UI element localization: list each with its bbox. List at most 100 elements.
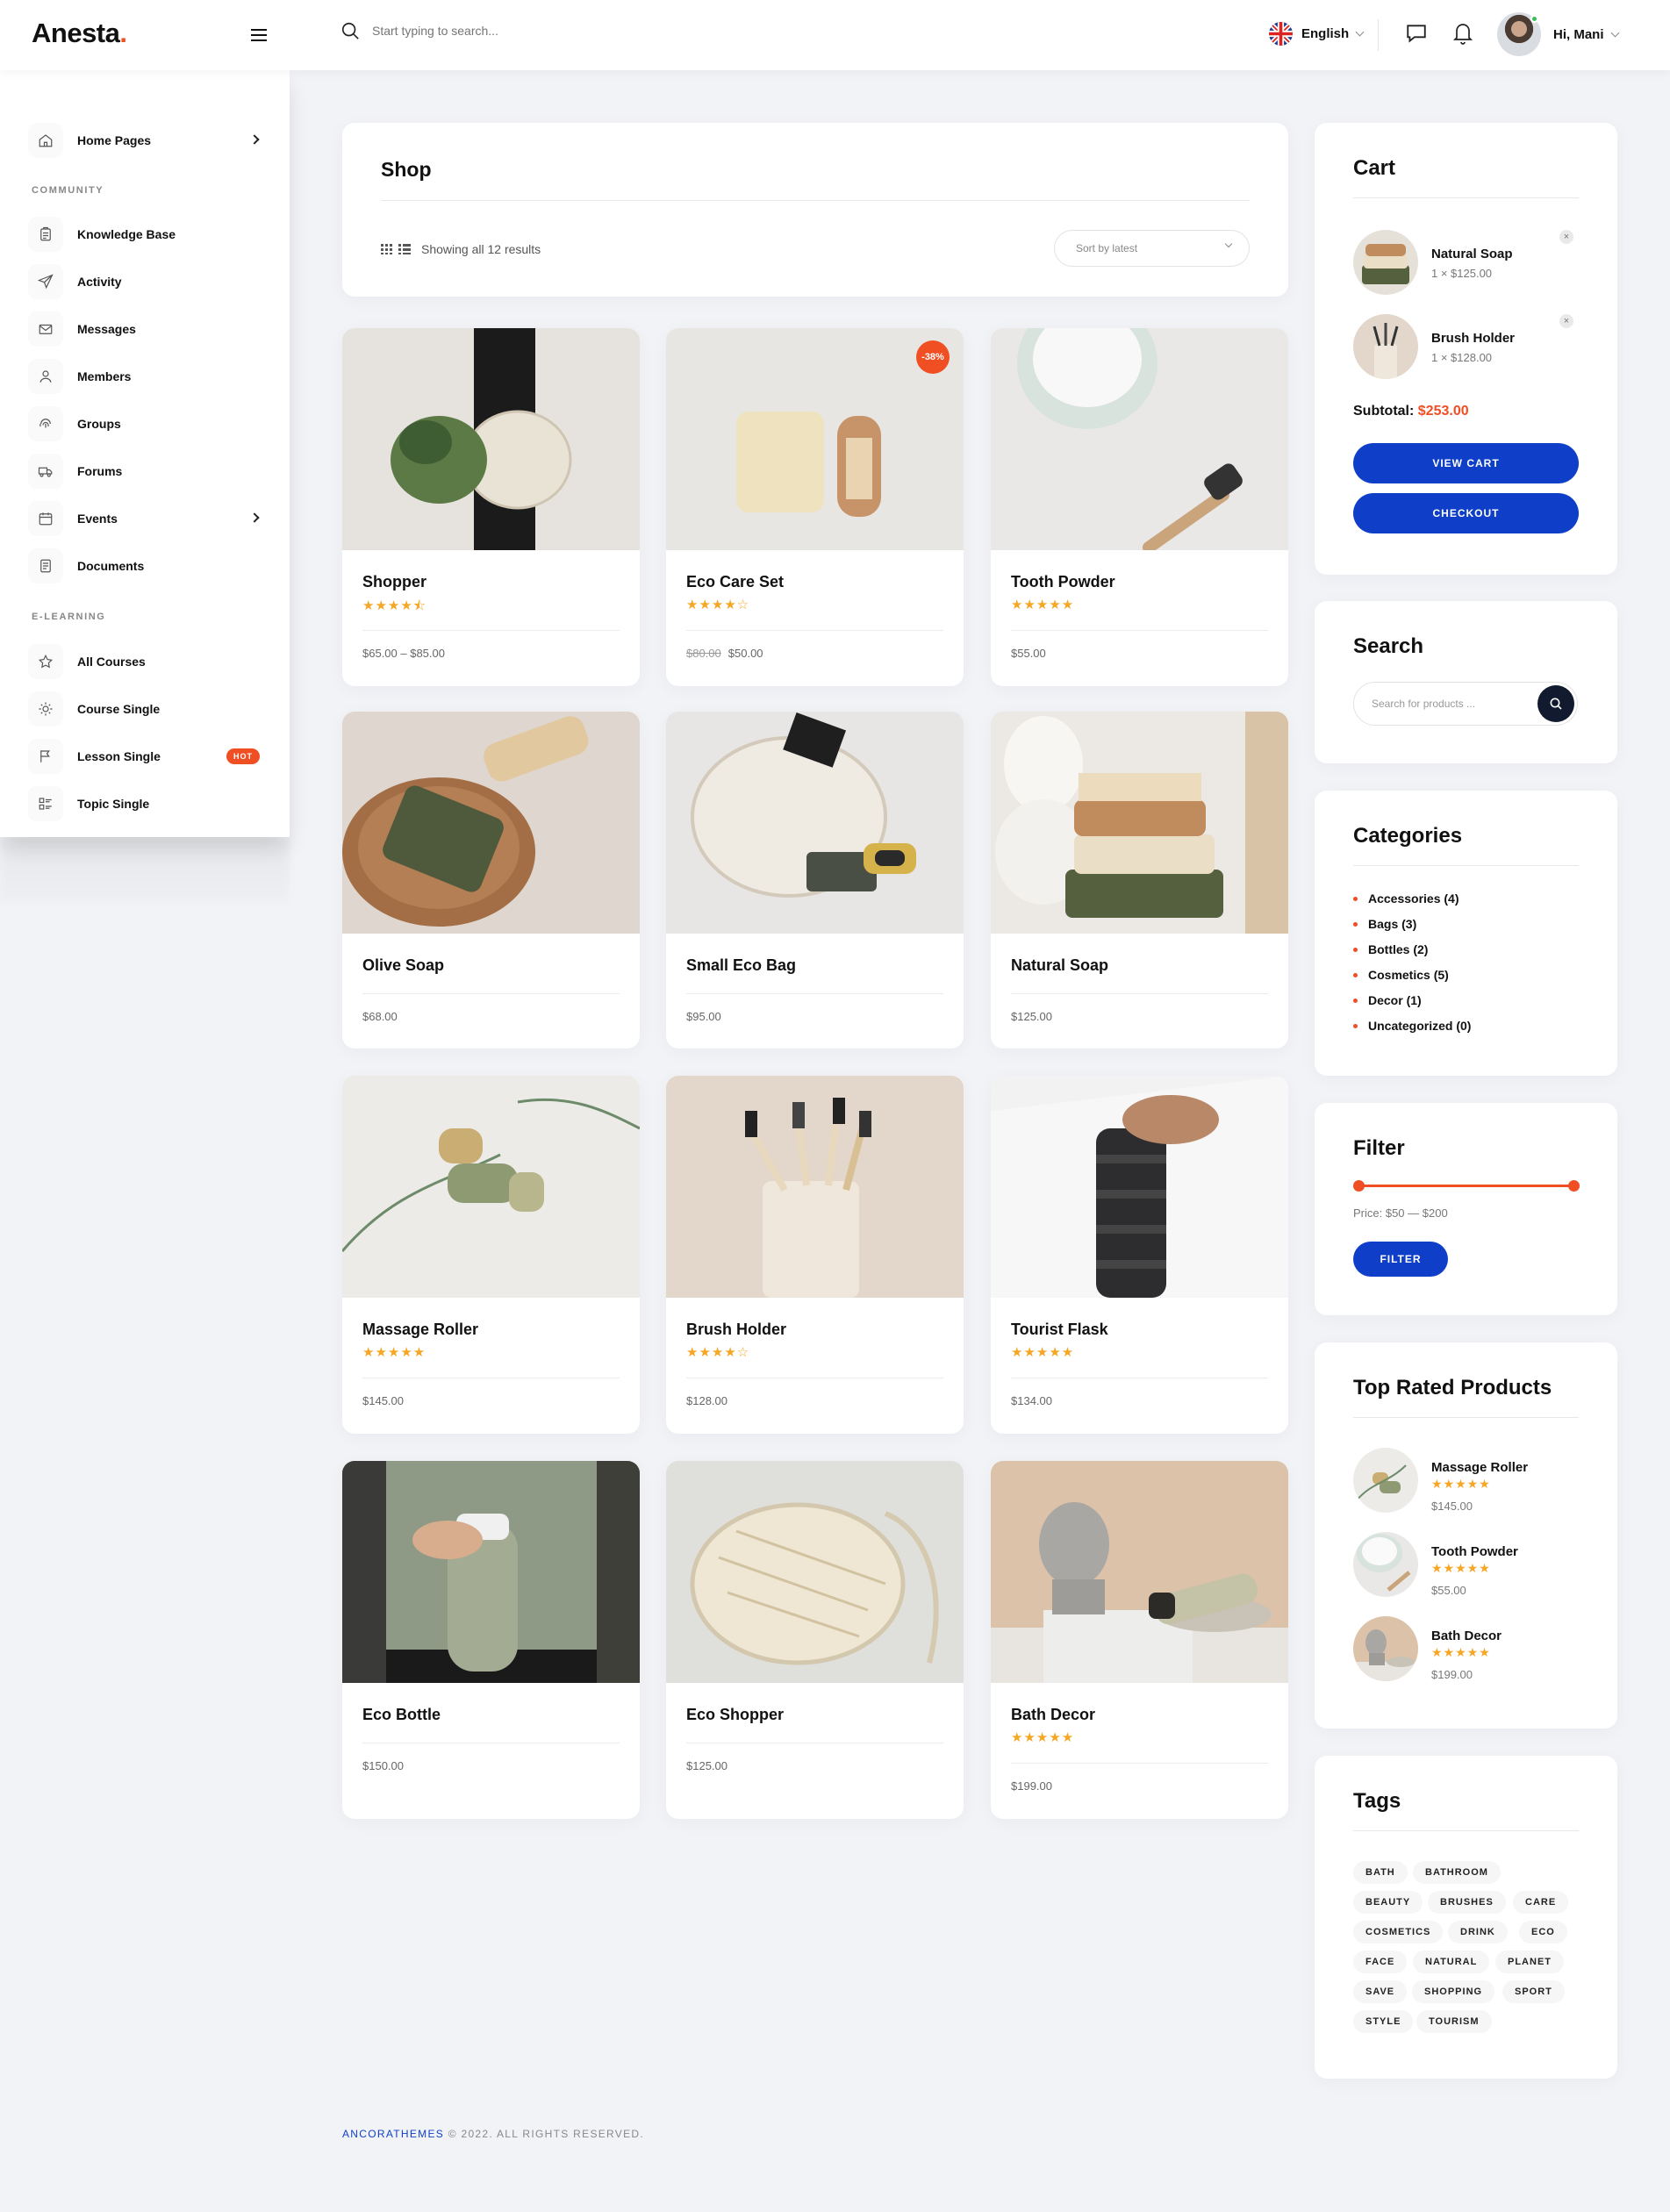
- header-search-input[interactable]: [372, 24, 635, 38]
- footer-brand-link[interactable]: ANCORATHEMES: [342, 2128, 444, 2140]
- tag-link[interactable]: BATH: [1353, 1861, 1408, 1884]
- category-link[interactable]: Uncategorized (0): [1353, 1019, 1471, 1033]
- user-menu[interactable]: Hi, Mani: [1497, 12, 1619, 56]
- top-rated-image[interactable]: [1353, 1616, 1418, 1681]
- product-image[interactable]: [342, 328, 640, 550]
- product-card[interactable]: Eco Shopper $125.00: [666, 1461, 964, 1819]
- product-name[interactable]: Natural Soap: [1011, 956, 1108, 975]
- category-link[interactable]: Bags (3): [1353, 917, 1416, 931]
- product-name[interactable]: Bath Decor: [1011, 1706, 1095, 1724]
- product-name[interactable]: Brush Holder: [686, 1321, 786, 1339]
- sort-select[interactable]: Sort by latest: [1054, 230, 1250, 267]
- product-card[interactable]: Massage Roller ★★★★★ $145.00: [342, 1076, 640, 1434]
- sidebar-item-events[interactable]: Events: [28, 501, 265, 536]
- checkout-button[interactable]: CHECKOUT: [1353, 493, 1579, 533]
- product-image[interactable]: [991, 712, 1288, 934]
- menu-toggle-icon[interactable]: [251, 29, 267, 41]
- product-card[interactable]: Eco Bottle $150.00: [342, 1461, 640, 1819]
- sidebar-item-topic-single[interactable]: Topic Single: [28, 786, 265, 821]
- tag-link[interactable]: SAVE: [1353, 1980, 1408, 2003]
- product-name[interactable]: Eco Care Set: [686, 573, 784, 591]
- category-link[interactable]: Cosmetics (5): [1353, 968, 1449, 982]
- category-link[interactable]: Decor (1): [1353, 993, 1422, 1007]
- sidebar-item-home-pages[interactable]: Home Pages: [28, 123, 265, 158]
- tag-link[interactable]: COSMETICS: [1353, 1921, 1444, 1944]
- product-name[interactable]: Small Eco Bag: [686, 956, 796, 975]
- search-icon[interactable]: [340, 21, 360, 40]
- logo[interactable]: Anesta.: [32, 18, 127, 49]
- product-name[interactable]: Tourist Flask: [1011, 1321, 1108, 1339]
- filter-button[interactable]: FILTER: [1353, 1242, 1448, 1277]
- tag-link[interactable]: SPORT: [1502, 1980, 1565, 2003]
- price-range-min-handle[interactable]: [1353, 1180, 1365, 1192]
- top-rated-name[interactable]: Massage Roller: [1431, 1460, 1528, 1475]
- product-card[interactable]: Brush Holder ★★★★☆ $128.00: [666, 1076, 964, 1434]
- tag-link[interactable]: STYLE: [1353, 2010, 1414, 2033]
- top-rated-name[interactable]: Tooth Powder: [1431, 1544, 1518, 1559]
- tag-link[interactable]: PLANET: [1495, 1951, 1564, 1973]
- tag-link[interactable]: BATHROOM: [1413, 1861, 1501, 1884]
- sidebar-item-groups[interactable]: Groups: [28, 406, 265, 441]
- cart-item-image[interactable]: [1353, 314, 1418, 379]
- category-link[interactable]: Accessories (4): [1353, 891, 1459, 906]
- product-name[interactable]: Tooth Powder: [1011, 573, 1115, 591]
- tag-link[interactable]: DRINK: [1448, 1921, 1508, 1944]
- product-card[interactable]: Tooth Powder ★★★★★ $55.00: [991, 328, 1288, 686]
- remove-item-icon[interactable]: ×: [1559, 314, 1573, 328]
- product-image[interactable]: [666, 1076, 964, 1298]
- product-card[interactable]: -38% Eco Care Set ★★★★☆ $80.00 $50.00: [666, 328, 964, 686]
- product-image[interactable]: [342, 1461, 640, 1683]
- product-image[interactable]: [991, 1461, 1288, 1683]
- product-image[interactable]: [342, 712, 640, 934]
- tag-link[interactable]: CARE: [1513, 1891, 1569, 1914]
- product-image[interactable]: [666, 712, 964, 934]
- cart-item-image[interactable]: [1353, 230, 1418, 295]
- top-rated-image[interactable]: [1353, 1532, 1418, 1597]
- product-image[interactable]: [991, 1076, 1288, 1298]
- product-name[interactable]: Eco Bottle: [362, 1706, 441, 1724]
- product-image[interactable]: [666, 1461, 964, 1683]
- product-card[interactable]: Bath Decor ★★★★★ $199.00: [991, 1461, 1288, 1819]
- top-rated-image[interactable]: [1353, 1448, 1418, 1513]
- sidebar-item-activity[interactable]: Activity: [28, 264, 265, 299]
- product-name[interactable]: Shopper: [362, 573, 426, 591]
- product-name[interactable]: Eco Shopper: [686, 1706, 784, 1724]
- sidebar-item-forums[interactable]: Forums: [28, 454, 265, 489]
- remove-item-icon[interactable]: ×: [1559, 230, 1573, 244]
- sidebar-item-messages[interactable]: Messages: [28, 311, 265, 347]
- view-cart-button[interactable]: VIEW CART: [1353, 443, 1579, 483]
- category-link[interactable]: Bottles (2): [1353, 942, 1428, 956]
- product-card[interactable]: Tourist Flask ★★★★★ $134.00: [991, 1076, 1288, 1434]
- sidebar-item-knowledge-base[interactable]: Knowledge Base: [28, 217, 265, 252]
- sidebar-item-documents[interactable]: Documents: [28, 548, 265, 583]
- tag-link[interactable]: BRUSHES: [1428, 1891, 1506, 1914]
- product-card[interactable]: Natural Soap $125.00: [991, 712, 1288, 1049]
- list-view-icon[interactable]: [398, 244, 411, 254]
- sidebar-item-all-courses[interactable]: All Courses: [28, 644, 265, 679]
- product-card[interactable]: Shopper ★★★★⯪ $65.00 – $85.00: [342, 328, 640, 686]
- product-image[interactable]: [342, 1076, 640, 1298]
- sidebar-item-members[interactable]: Members: [28, 359, 265, 394]
- product-card[interactable]: Small Eco Bag $95.00: [666, 712, 964, 1049]
- tag-link[interactable]: TOURISM: [1416, 2010, 1492, 2033]
- sidebar-item-lesson-single[interactable]: Lesson Single HOT: [28, 739, 265, 774]
- tag-link[interactable]: NATURAL: [1413, 1951, 1490, 1973]
- tag-link[interactable]: FACE: [1353, 1951, 1408, 1973]
- grid-view-icon[interactable]: [381, 244, 393, 254]
- product-image[interactable]: [991, 328, 1288, 550]
- cart-item-name[interactable]: Brush Holder: [1431, 331, 1515, 346]
- search-button[interactable]: [1537, 685, 1574, 722]
- language-selector[interactable]: English: [1269, 22, 1365, 46]
- sidebar-item-course-single[interactable]: Course Single: [28, 691, 265, 727]
- bell-icon[interactable]: [1452, 21, 1473, 46]
- price-range-max-handle[interactable]: [1568, 1180, 1580, 1192]
- tag-link[interactable]: ECO: [1519, 1921, 1567, 1944]
- top-rated-name[interactable]: Bath Decor: [1431, 1629, 1502, 1643]
- cart-item-name[interactable]: Natural Soap: [1431, 247, 1513, 261]
- tag-link[interactable]: SHOPPING: [1412, 1980, 1495, 2003]
- chat-icon[interactable]: [1405, 22, 1428, 45]
- product-name[interactable]: Olive Soap: [362, 956, 444, 975]
- product-name[interactable]: Massage Roller: [362, 1321, 478, 1339]
- product-card[interactable]: Olive Soap $68.00: [342, 712, 640, 1049]
- tag-link[interactable]: BEAUTY: [1353, 1891, 1423, 1914]
